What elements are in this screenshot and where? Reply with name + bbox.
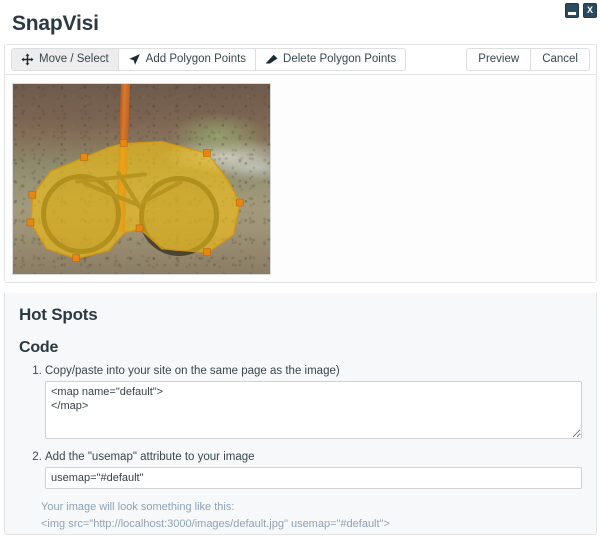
- tool-add-polygon-points[interactable]: Add Polygon Points: [118, 49, 257, 70]
- tool-move-select-label: Move / Select: [39, 52, 109, 65]
- usemap-attribute-input[interactable]: [45, 467, 582, 489]
- bicycle-front-wheel: [139, 176, 219, 256]
- map-code-textarea[interactable]: [45, 381, 582, 439]
- code-heading: Code: [19, 339, 59, 356]
- editor-toolbar: Move / Select Add Polygon Points Delete …: [5, 45, 596, 75]
- bicycle-rear-wheel: [41, 174, 121, 254]
- window-controls: X: [565, 3, 597, 18]
- tool-delete-polygon-points-label: Delete Polygon Points: [283, 52, 397, 65]
- bicycle-subject: [35, 146, 231, 256]
- page-title: SnapVisi: [12, 12, 99, 35]
- image-workspace: [5, 75, 596, 282]
- preview-button[interactable]: Preview: [467, 49, 532, 70]
- hot-spots-section: Hot Spots Code Copy/paste into your site…: [4, 293, 597, 535]
- usage-hint-intro: Your image will look something like this…: [41, 501, 235, 513]
- tool-move-select[interactable]: Move / Select: [12, 49, 119, 70]
- close-button[interactable]: X: [583, 3, 597, 18]
- code-step-1-label: Copy/paste into your site on the same pa…: [45, 365, 340, 377]
- code-step-1: Copy/paste into your site on the same pa…: [45, 365, 582, 439]
- tool-button-group: Move / Select Add Polygon Points Delete …: [11, 48, 407, 71]
- usage-hint-code: <img src="http://localhost:3000/images/d…: [41, 518, 390, 531]
- minimize-button[interactable]: [565, 3, 579, 18]
- close-icon: X: [586, 5, 593, 15]
- tool-add-polygon-points-label: Add Polygon Points: [145, 52, 247, 65]
- editor-card: Move / Select Add Polygon Points Delete …: [4, 44, 597, 283]
- tool-delete-polygon-points[interactable]: Delete Polygon Points: [256, 49, 406, 70]
- code-steps-list: Copy/paste into your site on the same pa…: [19, 365, 582, 489]
- move-arrows-icon: [21, 53, 34, 66]
- eraser-icon: [265, 53, 278, 66]
- code-step-2-label: Add the "usemap" attribute to your image: [45, 451, 255, 463]
- usage-hint: Your image will look something like this…: [41, 499, 582, 533]
- action-button-group: Preview Cancel: [466, 48, 590, 71]
- cancel-button[interactable]: Cancel: [531, 49, 589, 70]
- cursor-arrow-icon: [128, 53, 141, 66]
- code-step-2: Add the "usemap" attribute to your image: [45, 451, 582, 489]
- minimize-icon: [568, 12, 576, 15]
- hotspot-image-canvas[interactable]: [12, 83, 271, 275]
- hot-spots-heading: Hot Spots: [19, 305, 98, 324]
